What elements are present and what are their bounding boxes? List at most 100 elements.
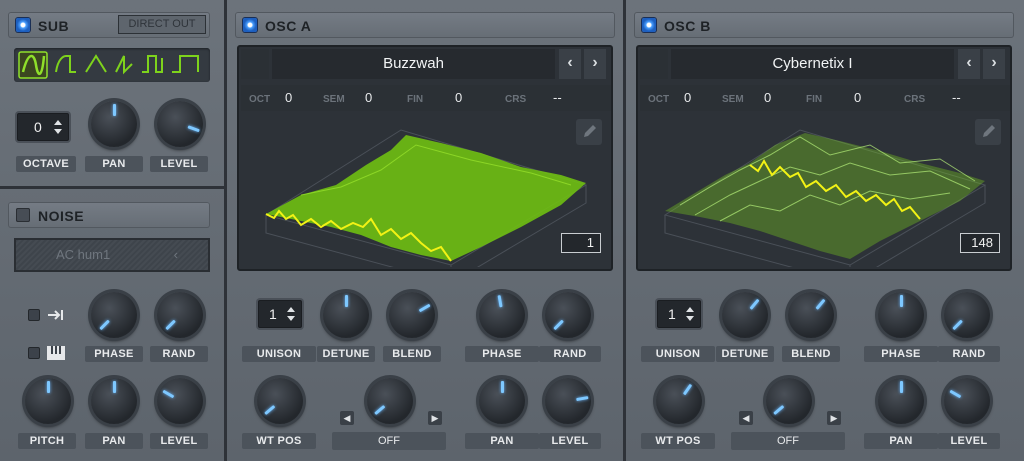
osc-b-enable-toggle[interactable] xyxy=(642,18,656,32)
osc-b-edit-button[interactable] xyxy=(975,119,1001,145)
osc-b-header: OSC B xyxy=(634,12,1014,38)
chevron-left-icon[interactable]: ‹ xyxy=(174,240,178,270)
sem-value[interactable]: 0 xyxy=(365,90,372,105)
noise-retrig-checkbox[interactable] xyxy=(28,309,40,321)
noise-phase-knob[interactable] xyxy=(91,292,137,338)
osc-a-warp-next[interactable]: ▶ xyxy=(428,411,442,425)
osc-b-warp-prev[interactable]: ◀ xyxy=(739,411,753,425)
keyboard-icon xyxy=(47,346,65,360)
osc-a-pan-label: PAN xyxy=(465,433,539,449)
sub-waveform-selector xyxy=(14,48,210,82)
section-divider xyxy=(0,186,224,189)
osc-b-detune-knob[interactable] xyxy=(722,292,768,338)
osc-a-prev-wavetable[interactable]: ‹ xyxy=(559,49,581,79)
osc-a-frame-counter[interactable]: 1 xyxy=(561,233,601,253)
sub-level-knob[interactable] xyxy=(157,101,203,147)
osc-a-detune-label: DETUNE xyxy=(317,346,375,362)
octave-stepper[interactable]: 0 xyxy=(17,113,69,141)
osc-b-pan-knob[interactable] xyxy=(878,378,924,424)
noise-keytrack-checkbox[interactable] xyxy=(28,347,40,359)
noise-rand-knob[interactable] xyxy=(157,292,203,338)
osc-a-edit-button[interactable] xyxy=(576,119,602,145)
noise-header: NOISE xyxy=(8,202,210,228)
crs-value[interactable]: -- xyxy=(952,90,961,105)
sub-enable-toggle[interactable] xyxy=(16,18,30,32)
wavetable-menu-button[interactable] xyxy=(640,49,668,79)
osc-b-pan-label: PAN xyxy=(864,433,938,449)
osc-b-warp-mode[interactable]: OFF xyxy=(731,432,845,450)
osc-b-unison-stepper[interactable]: 1 xyxy=(657,300,701,328)
fin-value[interactable]: 0 xyxy=(455,90,462,105)
crs-label: CRS xyxy=(505,94,527,105)
saw-wave-icon[interactable] xyxy=(112,52,140,78)
noise-level-knob[interactable] xyxy=(157,378,203,424)
osc-a-next-wavetable[interactable]: › xyxy=(584,49,606,79)
osc-a-pan-knob[interactable] xyxy=(479,378,525,424)
osc-a-warp-mode[interactable]: OFF xyxy=(332,432,446,450)
noise-enable-toggle[interactable] xyxy=(16,208,30,222)
sem-value[interactable]: 0 xyxy=(764,90,771,105)
square-wave-icon[interactable] xyxy=(140,52,168,78)
fin-label: FIN xyxy=(407,94,424,105)
osc-b-wavetable-display: Cybernetix I ‹ › OCT 0 SEM 0 FIN 0 CRS -… xyxy=(636,45,1012,271)
osc-a-wavetable-name[interactable]: Buzzwah xyxy=(272,49,555,79)
osc-b-3d-waveform xyxy=(663,129,987,267)
chevron-left-icon: ‹ xyxy=(567,54,573,71)
osc-a-level-knob[interactable] xyxy=(545,378,591,424)
osc-b-wt-pos-knob[interactable] xyxy=(656,378,702,424)
noise-pitch-knob[interactable] xyxy=(25,378,71,424)
chevron-left-icon: ◀ xyxy=(343,413,351,423)
sub-header: SUB DIRECT OUT xyxy=(8,12,210,38)
octave-label: OCTAVE xyxy=(16,156,76,172)
osc-b-level-label: LEVEL xyxy=(938,433,1000,449)
osc-a-warp-knob[interactable] xyxy=(367,378,413,424)
osc-b-wavetable-name[interactable]: Cybernetix I xyxy=(671,49,954,79)
osc-b-level-knob[interactable] xyxy=(944,378,990,424)
osc-b-blend-label: BLEND xyxy=(782,346,840,362)
osc-a-rand-knob[interactable] xyxy=(545,292,591,338)
osc-a-phase-knob[interactable] xyxy=(479,292,525,338)
osc-b-warp-next[interactable]: ▶ xyxy=(827,411,841,425)
osc-a-unison-stepper[interactable]: 1 xyxy=(258,300,302,328)
osc-b-prev-wavetable[interactable]: ‹ xyxy=(958,49,980,79)
osc-b-wt-pos-label: WT POS xyxy=(641,433,715,449)
sub-pan-knob[interactable] xyxy=(91,101,137,147)
osc-b-warp-knob[interactable] xyxy=(766,378,812,424)
pulse-wave-icon[interactable] xyxy=(170,52,202,78)
osc-b-detune-label: DETUNE xyxy=(716,346,774,362)
oct-value[interactable]: 0 xyxy=(285,90,292,105)
stepper-arrows-icon xyxy=(287,307,295,321)
osc-a-warp-prev[interactable]: ◀ xyxy=(340,411,354,425)
osc-a-detune-knob[interactable] xyxy=(323,292,369,338)
noise-pan-knob[interactable] xyxy=(91,378,137,424)
crs-value[interactable]: -- xyxy=(553,90,562,105)
osc-a-enable-toggle[interactable] xyxy=(243,18,257,32)
osc-b-blend-knob[interactable] xyxy=(788,292,834,338)
osc-b-frame-counter[interactable]: 148 xyxy=(960,233,1000,253)
osc-b-phase-knob[interactable] xyxy=(878,292,924,338)
osc-b-next-wavetable[interactable]: › xyxy=(983,49,1005,79)
sine-wave-icon[interactable] xyxy=(19,52,47,78)
oct-value[interactable]: 0 xyxy=(684,90,691,105)
noise-preset-name: AC hum1 xyxy=(56,247,111,262)
osc-a-wt-pos-label: WT POS xyxy=(242,433,316,449)
wavetable-menu-button[interactable] xyxy=(241,49,269,79)
osc-b-rand-knob[interactable] xyxy=(944,292,990,338)
direct-out-button[interactable]: DIRECT OUT xyxy=(118,15,206,34)
noise-pan-label: PAN xyxy=(85,433,143,449)
osc-a-pitch-params: OCT 0 SEM 0 FIN 0 CRS -- xyxy=(241,85,611,111)
fin-value[interactable]: 0 xyxy=(854,90,861,105)
triangle-wave-icon[interactable] xyxy=(82,52,110,78)
osc-a-unison-label: UNISON xyxy=(242,346,316,362)
osc-a-blend-knob[interactable] xyxy=(389,292,435,338)
osc-b-phase-label: PHASE xyxy=(864,346,938,362)
noise-pitch-label: PITCH xyxy=(18,433,76,449)
noise-preset-selector[interactable]: AC hum1 ‹ xyxy=(14,238,210,272)
chevron-left-icon: ‹ xyxy=(966,54,972,71)
osc-a-wt-pos-knob[interactable] xyxy=(257,378,303,424)
chevron-right-icon: › xyxy=(991,54,997,71)
fin-label: FIN xyxy=(806,94,823,105)
chevron-left-icon: ◀ xyxy=(742,413,750,423)
osc-b-title: OSC B xyxy=(664,18,711,34)
half-sine-icon[interactable] xyxy=(52,52,80,78)
